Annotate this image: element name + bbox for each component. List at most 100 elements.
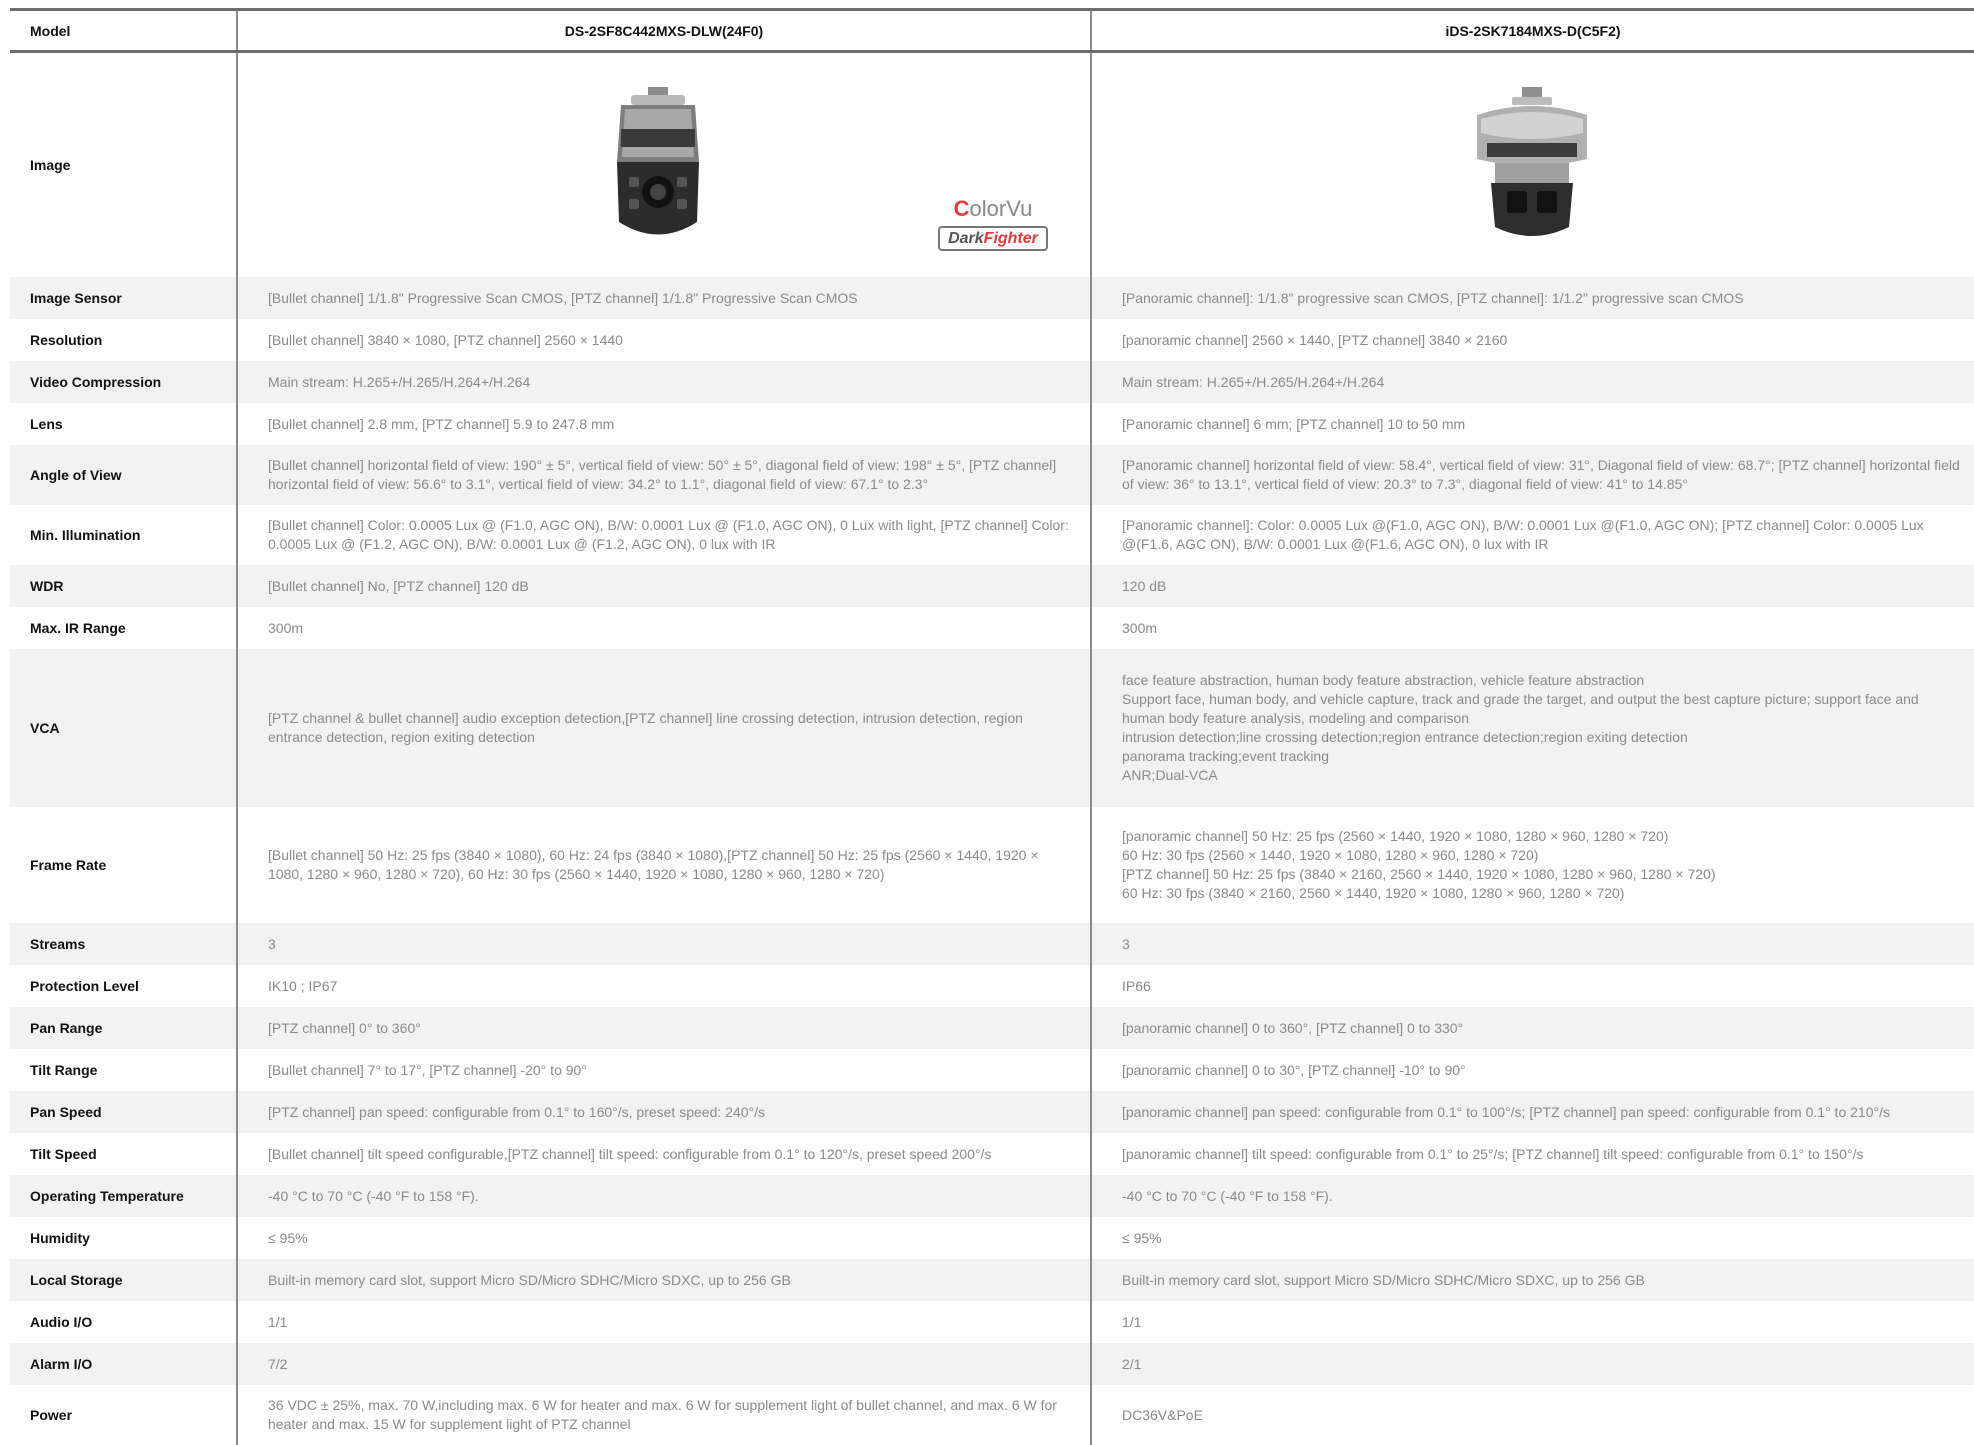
spec-row: Audio I/O 1/1 1/1	[10, 1301, 1974, 1343]
spec-row: Local Storage Built-in memory card slot, …	[10, 1259, 1974, 1301]
spec-row: Humidity ≤ 95% ≤ 95%	[10, 1217, 1974, 1259]
model-a-value: [Bullet channel] horizontal field of vie…	[236, 445, 1091, 505]
model-a-value: [Bullet channel] 3840 × 1080, [PTZ chann…	[236, 319, 1091, 361]
row-label: Lens	[10, 403, 237, 445]
model-a-value: Built-in memory card slot, support Micro…	[236, 1259, 1091, 1301]
model-b-image-cell	[1090, 51, 1974, 277]
model-a-value: Main stream: H.265+/H.265/H.264+/H.264	[236, 361, 1091, 403]
model-b-value: 3	[1090, 923, 1974, 965]
spec-row: Pan Speed [PTZ channel] pan speed: config…	[10, 1091, 1974, 1133]
row-label: Video Compression	[10, 361, 237, 403]
value-line: [panoramic channel] 50 Hz: 25 fps (2560 …	[1122, 828, 1669, 844]
model-b-value: [panoramic channel] tilt speed: configur…	[1090, 1133, 1974, 1175]
row-label: Audio I/O	[10, 1301, 237, 1343]
spec-row: WDR [Bullet channel] No, [PTZ channel] 12…	[10, 565, 1974, 607]
model-b-value: [panoramic channel] pan speed: configura…	[1090, 1091, 1974, 1133]
model-b-value: 300m	[1090, 607, 1974, 649]
spec-row: Lens [Bullet channel] 2.8 mm, [PTZ channe…	[10, 403, 1974, 445]
model-b-name: iDS-2SK7184MXS-D(C5F2)	[1090, 8, 1974, 53]
model-a-value: ≤ 95%	[236, 1217, 1091, 1259]
model-a-value: 300m	[236, 607, 1091, 649]
value-line: 60 Hz: 30 fps (2560 × 1440, 1920 × 1080,…	[1122, 847, 1539, 863]
spec-row: Pan Range [PTZ channel] 0° to 360° [panor…	[10, 1007, 1974, 1049]
row-label: Alarm I/O	[10, 1343, 237, 1385]
spec-row: Video Compression Main stream: H.265+/H.2…	[10, 361, 1974, 403]
model-a-value: [PTZ channel & bullet channel] audio exc…	[236, 649, 1091, 807]
value-line: Support face, human body, and vehicle ca…	[1122, 691, 1919, 726]
spec-row: Max. IR Range 300m 300m	[10, 607, 1974, 649]
model-b-value: IP66	[1090, 965, 1974, 1007]
model-b-value: ≤ 95%	[1090, 1217, 1974, 1259]
row-label: Humidity	[10, 1217, 237, 1259]
model-a-value: [Bullet channel] Color: 0.0005 Lux @ (F1…	[236, 505, 1091, 565]
row-label: Local Storage	[10, 1259, 237, 1301]
spec-comparison: Model DS-2SF8C442MXS-DLW(24F0) iDS-2SK71…	[10, 8, 1974, 1445]
model-b-value: 120 dB	[1090, 565, 1974, 607]
spec-row: Operating Temperature -40 °C to 70 °C (-4…	[10, 1175, 1974, 1217]
model-b-value: [Panoramic channel] horizontal field of …	[1090, 445, 1974, 505]
model-a-value: [Bullet channel] tilt speed configurable…	[236, 1133, 1091, 1175]
row-label: Pan Range	[10, 1007, 237, 1049]
value-line: intrusion detection;line crossing detect…	[1122, 729, 1688, 745]
row-label: Image Sensor	[10, 277, 237, 319]
model-b-value: [panoramic channel] 2560 × 1440, [PTZ ch…	[1090, 319, 1974, 361]
row-label: Pan Speed	[10, 1091, 237, 1133]
model-b-value: -40 °C to 70 °C (-40 °F to 158 °F).	[1090, 1175, 1974, 1217]
value-line: ANR;Dual-VCA	[1122, 767, 1218, 783]
spec-row: Image Sensor [Bullet channel] 1/1.8" Prog…	[10, 277, 1974, 319]
spec-row: Tilt Speed [Bullet channel] tilt speed co…	[10, 1133, 1974, 1175]
row-label: Protection Level	[10, 965, 237, 1007]
spec-row: Frame Rate [Bullet channel] 50 Hz: 25 fps…	[10, 807, 1974, 923]
colorvu-logo-text: olorVu	[969, 196, 1033, 221]
model-b-value: Main stream: H.265+/H.265/H.264+/H.264	[1090, 361, 1974, 403]
image-row: Image ColorVu DarkFighter	[10, 51, 1974, 277]
model-a-value: [Bullet channel] 1/1.8" Progressive Scan…	[236, 277, 1091, 319]
row-label: Angle of View	[10, 445, 237, 505]
row-label: WDR	[10, 565, 237, 607]
row-label: Tilt Range	[10, 1049, 237, 1091]
model-b-value: DC36V&PoE	[1090, 1385, 1974, 1445]
model-b-value: [panoramic channel] 0 to 360°, [PTZ chan…	[1090, 1007, 1974, 1049]
model-a-image-cell: ColorVu DarkFighter	[236, 51, 1091, 277]
model-a-value: [Bullet channel] No, [PTZ channel] 120 d…	[236, 565, 1091, 607]
model-b-value: [Panoramic channel]: 1/1.8" progressive …	[1090, 277, 1974, 319]
header-row: Model DS-2SF8C442MXS-DLW(24F0) iDS-2SK71…	[10, 8, 1974, 53]
row-label: Power	[10, 1385, 237, 1445]
model-a-value: [Bullet channel] 7° to 17°, [PTZ channel…	[236, 1049, 1091, 1091]
model-a-value: 36 VDC ± 25%, max. 70 W,including max. 6…	[236, 1385, 1091, 1445]
spec-row: VCA [PTZ channel & bullet channel] audio …	[10, 649, 1974, 807]
model-a-value: 7/2	[236, 1343, 1091, 1385]
model-a-value: [PTZ channel] 0° to 360°	[236, 1007, 1091, 1049]
row-label: VCA	[10, 649, 237, 807]
model-a-value: [Bullet channel] 50 Hz: 25 fps (3840 × 1…	[236, 807, 1091, 923]
spec-row: Resolution [Bullet channel] 3840 × 1080, …	[10, 319, 1974, 361]
row-label: Streams	[10, 923, 237, 965]
camera-a-image	[617, 87, 699, 235]
model-b-value: Built-in memory card slot, support Micro…	[1090, 1259, 1974, 1301]
row-label: Max. IR Range	[10, 607, 237, 649]
model-b-value: [Panoramic channel]: Color: 0.0005 Lux @…	[1090, 505, 1974, 565]
row-label: Tilt Speed	[10, 1133, 237, 1175]
spec-row: Tilt Range [Bullet channel] 7° to 17°, [P…	[10, 1049, 1974, 1091]
camera-b-image	[1477, 87, 1587, 236]
model-b-value: [panoramic channel] 0 to 30°, [PTZ chann…	[1090, 1049, 1974, 1091]
model-a-value: -40 °C to 70 °C (-40 °F to 158 °F).	[236, 1175, 1091, 1217]
spec-row: Alarm I/O 7/2 2/1	[10, 1343, 1974, 1385]
model-a-value: IK10 ; IP67	[236, 965, 1091, 1007]
model-b-value: face feature abstraction, human body fea…	[1090, 649, 1974, 807]
model-a-value: [Bullet channel] 2.8 mm, [PTZ channel] 5…	[236, 403, 1091, 445]
model-b-value: 2/1	[1090, 1343, 1974, 1385]
row-label: Frame Rate	[10, 807, 237, 923]
spec-row: Streams 3 3	[10, 923, 1974, 965]
model-b-value: [panoramic channel] 50 Hz: 25 fps (2560 …	[1090, 807, 1974, 923]
model-a-name: DS-2SF8C442MXS-DLW(24F0)	[236, 8, 1091, 53]
value-line: face feature abstraction, human body fea…	[1122, 672, 1645, 688]
value-line: 60 Hz: 30 fps (3840 × 2160, 2560 × 1440,…	[1122, 885, 1625, 901]
spec-row: Min. Illumination [Bullet channel] Color:…	[10, 505, 1974, 565]
spec-table: Model DS-2SF8C442MXS-DLW(24F0) iDS-2SK71…	[10, 8, 1974, 1445]
model-a-value: [PTZ channel] pan speed: configurable fr…	[236, 1091, 1091, 1133]
model-a-value: 3	[236, 923, 1091, 965]
header-label: Model	[10, 8, 237, 53]
row-label: Resolution	[10, 319, 237, 361]
value-line: [PTZ channel] 50 Hz: 25 fps (3840 × 2160…	[1122, 866, 1716, 882]
